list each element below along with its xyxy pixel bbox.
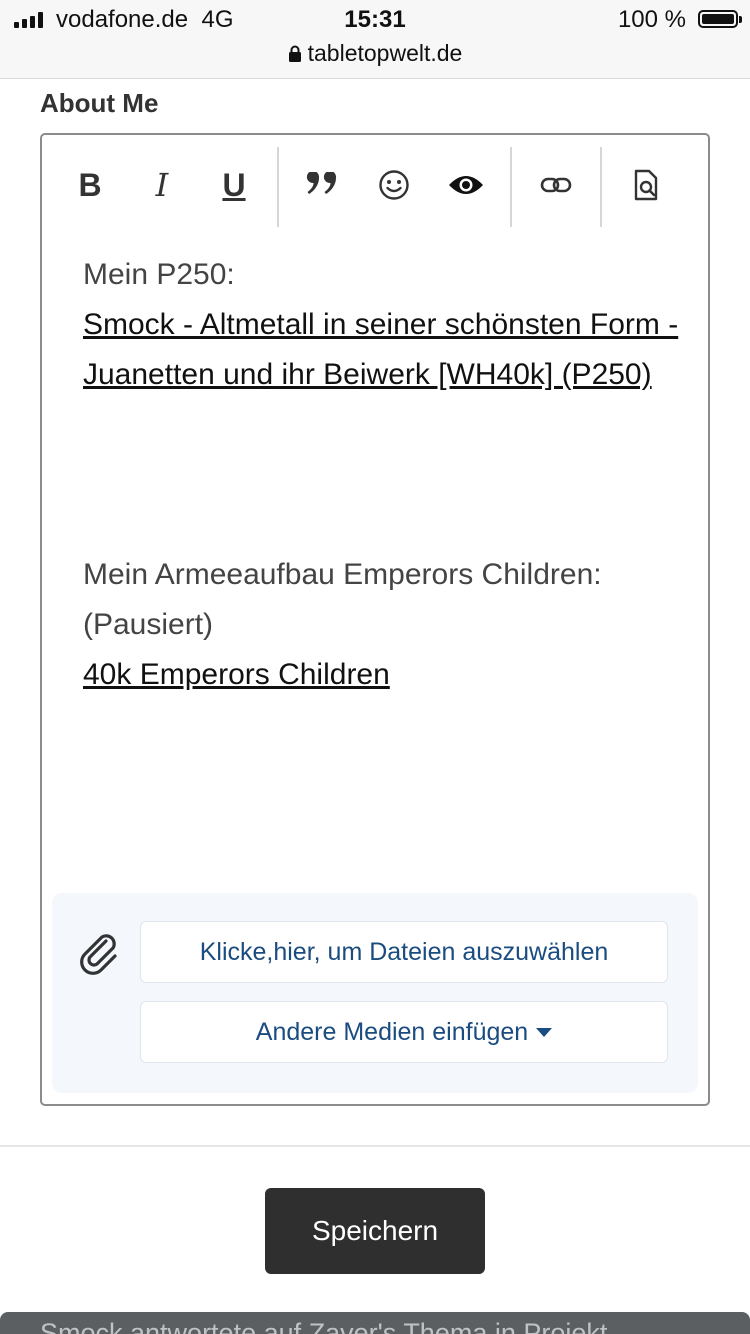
bold-button[interactable]: B xyxy=(62,157,118,213)
divider xyxy=(0,1145,750,1147)
preview-button[interactable] xyxy=(618,157,674,213)
status-bar: vodafone.de 4G 15:31 100 % xyxy=(0,0,750,40)
battery-fill xyxy=(702,14,734,24)
save-button[interactable]: Speichern xyxy=(265,1188,485,1274)
content-link-p250[interactable]: Smock - Altmetall in seiner schönsten Fo… xyxy=(83,308,678,391)
url-domain: tabletopwelt.de xyxy=(307,40,463,66)
quote-icon xyxy=(306,172,337,194)
section-title: About Me xyxy=(40,88,159,118)
content-line: (Pausiert) xyxy=(83,608,214,641)
save-label: Speichern xyxy=(311,1215,439,1246)
quote-button[interactable] xyxy=(294,157,350,213)
background-activity-text: Smock antwortete auf Zaver's Thema in Pr… xyxy=(40,1318,608,1334)
attachment-area: Klicke,hier, um Dateien auszuwählen Ande… xyxy=(52,893,698,1093)
editor-toolbar: B I U xyxy=(42,135,708,235)
rich-text-editor[interactable]: B I U Mein P250: Smock - Altmetall in se… xyxy=(40,133,710,1106)
url-bar[interactable]: tabletopwelt.de xyxy=(0,40,750,79)
link-icon xyxy=(540,177,572,193)
preview-toggle-button[interactable] xyxy=(438,157,494,213)
preview-icon xyxy=(634,169,658,201)
content-line: Mein Armeeaufbau Emperors Children: xyxy=(83,558,602,591)
toolbar-divider xyxy=(600,147,602,227)
select-files-label: Klicke,hier, um Dateien auszuwählen xyxy=(199,937,609,966)
link-button[interactable] xyxy=(528,157,584,213)
bold-icon: B xyxy=(78,166,102,203)
battery-percent: 100 % xyxy=(617,6,686,33)
battery-icon xyxy=(698,10,742,28)
italic-icon: I xyxy=(155,166,169,204)
toolbar-divider xyxy=(277,147,279,227)
insert-other-media-button[interactable]: Andere Medien einfügen xyxy=(140,1001,668,1063)
other-media-label: Andere Medien einfügen xyxy=(255,1017,529,1046)
editor-content[interactable]: Mein P250: Smock - Altmetall in seiner s… xyxy=(83,250,683,700)
eye-icon xyxy=(449,176,483,194)
lock-icon xyxy=(288,45,301,62)
background-activity-strip: Smock antwortete auf Zaver's Thema in Pr… xyxy=(0,1312,750,1334)
italic-button[interactable]: I xyxy=(134,157,190,213)
select-files-button[interactable]: Klicke,hier, um Dateien auszuwählen xyxy=(140,921,668,983)
paperclip-icon xyxy=(80,934,117,975)
smiley-icon xyxy=(379,170,409,200)
underline-button[interactable]: U xyxy=(206,157,262,213)
underline-icon: U xyxy=(222,166,246,203)
content-link-emperors-children[interactable]: 40k Emperors Children xyxy=(83,658,390,691)
content-line: Mein P250: xyxy=(83,258,235,291)
caret-down-icon xyxy=(536,1027,553,1037)
toolbar-divider xyxy=(510,147,512,227)
emoji-button[interactable] xyxy=(366,157,422,213)
